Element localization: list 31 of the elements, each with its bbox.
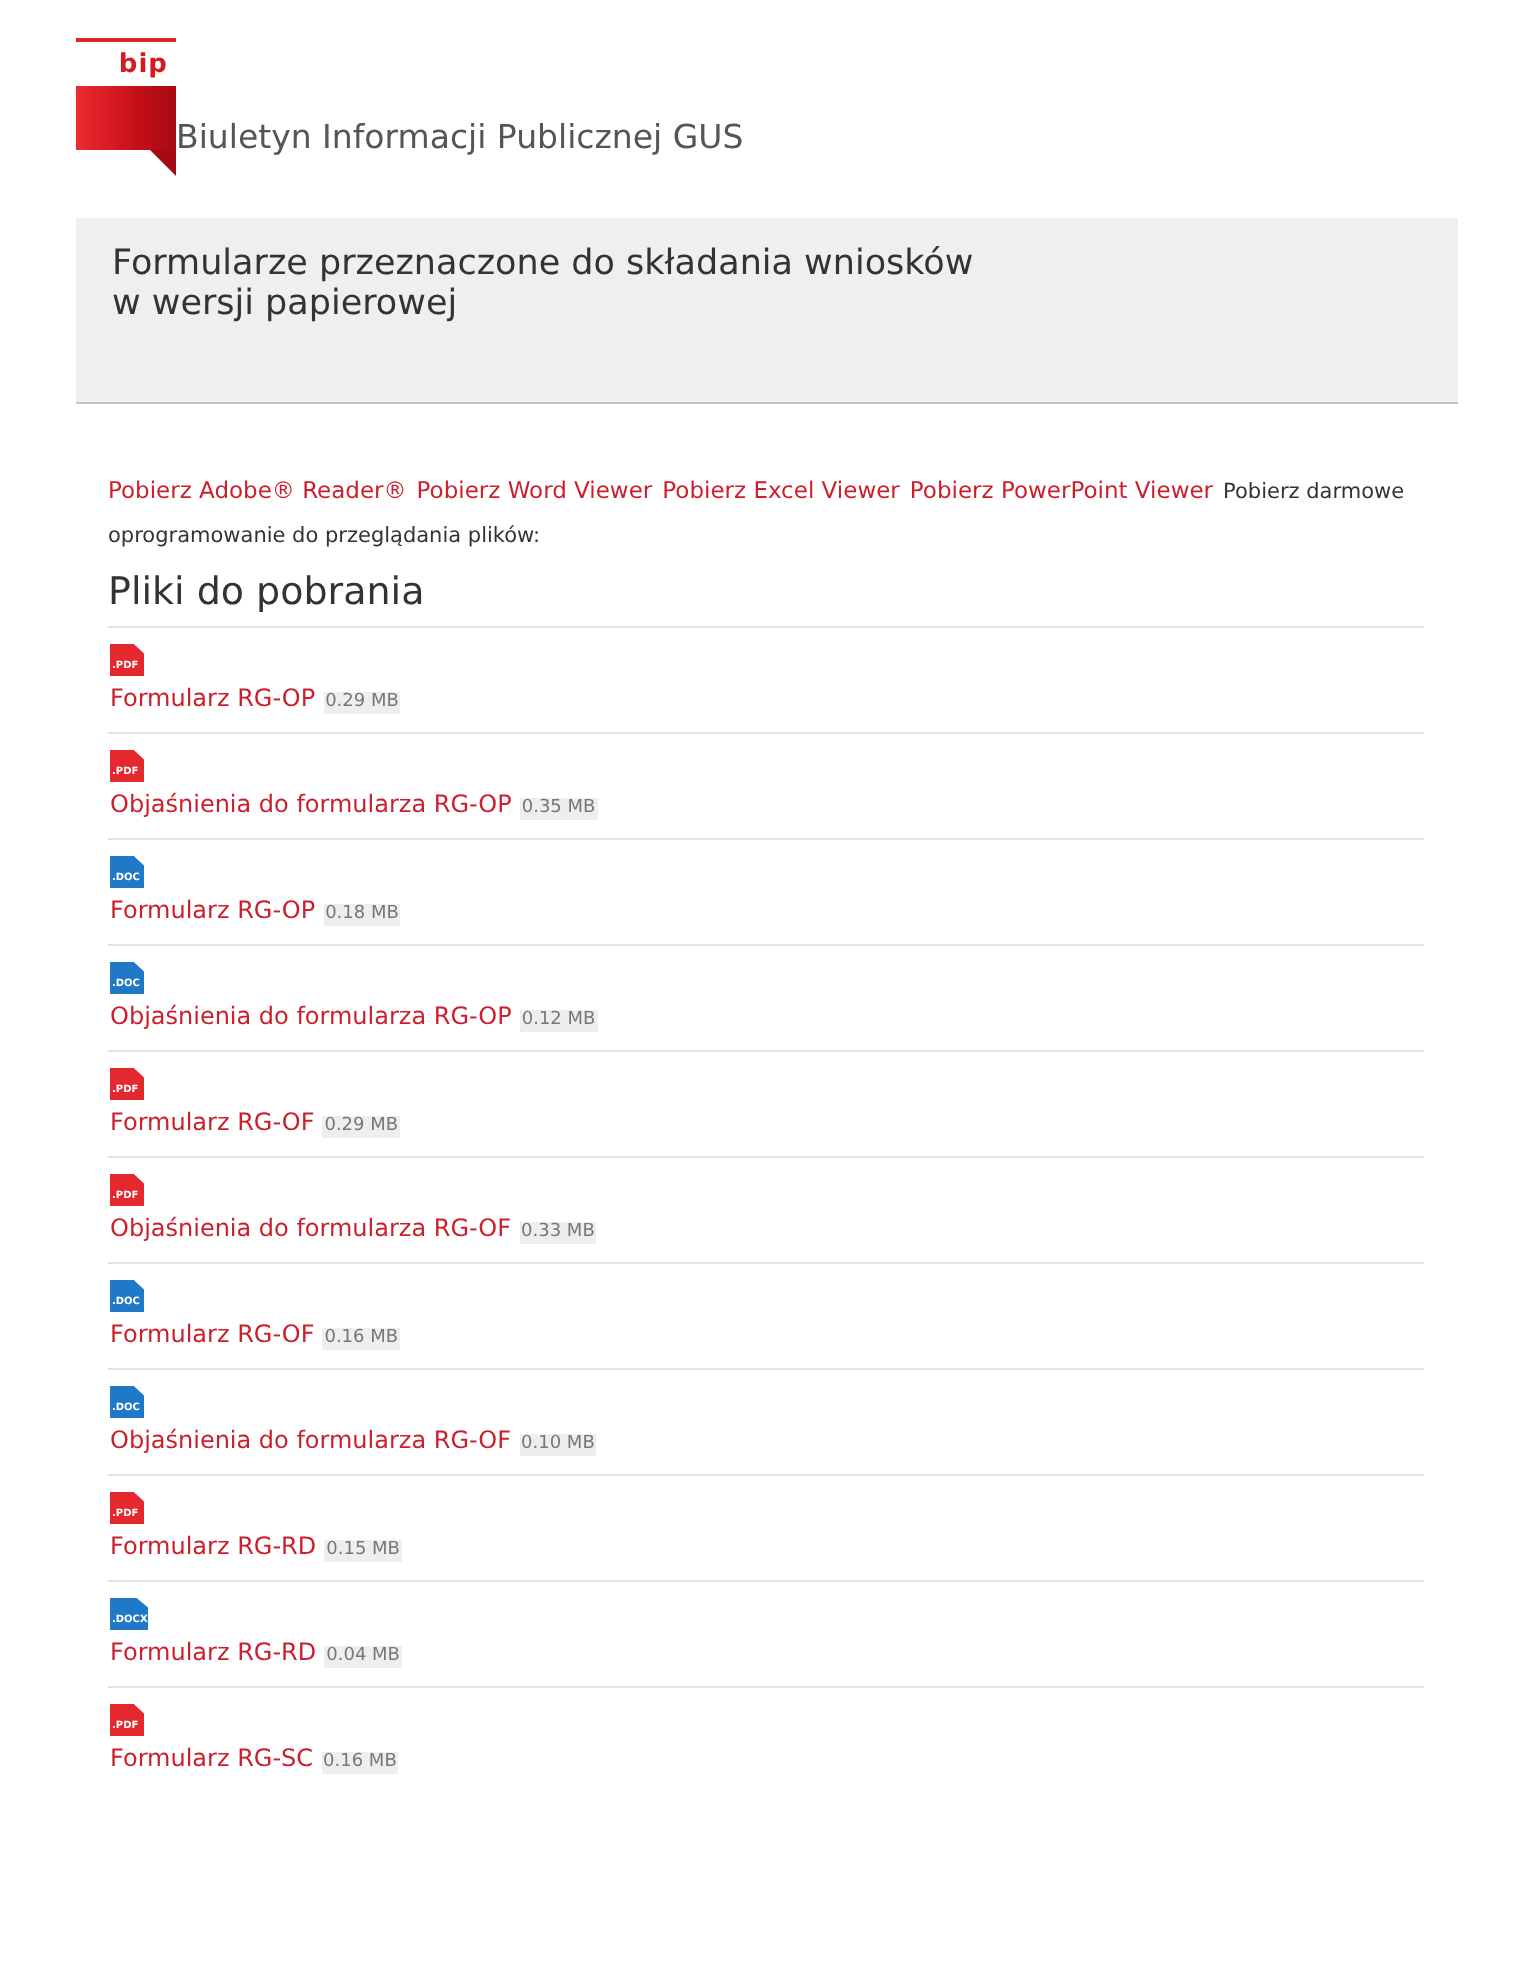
bip-logo: bip [76, 38, 176, 176]
file-link[interactable]: Formularz RG-RD [110, 1638, 317, 1668]
file-size: 0.18 MB [323, 904, 401, 926]
file-link[interactable]: Objaśnienia do formularza RG-OP [110, 1002, 512, 1032]
file-link[interactable]: Formularz RG-OP [110, 896, 316, 926]
download-software-link[interactable]: Pobierz Word Viewer [416, 476, 653, 504]
file-size: 0.16 MB [322, 1328, 401, 1350]
file-link[interactable]: Formularz RG-SC [110, 1744, 314, 1774]
file-size: 0.10 MB [519, 1434, 597, 1456]
file-size: 0.33 MB [519, 1222, 597, 1244]
download-software-link[interactable]: Pobierz Adobe® Reader® [108, 476, 407, 504]
file-link[interactable]: Formularz RG-OF [110, 1320, 315, 1350]
site-title: Biuletyn Informacji Publicznej GUS [176, 118, 744, 158]
file-size: 0.04 MB [324, 1646, 402, 1668]
file-size: 0.12 MB [519, 1010, 598, 1032]
file-size: 0.29 MB [322, 1116, 401, 1138]
file-link[interactable]: Formularz RG-RD [110, 1532, 317, 1562]
file-link[interactable]: Formularz RG-OF [110, 1108, 315, 1138]
file-size: 0.16 MB [321, 1752, 399, 1774]
file-size: 0.35 MB [519, 798, 598, 820]
downloads-heading: Pliki do pobrania [108, 568, 1424, 628]
download-software-link[interactable]: Pobierz PowerPoint Viewer [909, 476, 1214, 504]
software-paragraph: Pobierz Adobe® Reader® Pobierz Word Viewer Pobierz Excel Viewer Pobierz PowerPoint Viewer Pobierz darmowe oprogramowanie do przeglądania plików: [108, 474, 1407, 552]
page-title: Formularze przeznaczone do składania wniosków w wersji papierowej [112, 244, 976, 324]
download-software-link[interactable]: Pobierz Excel Viewer [662, 476, 900, 504]
file-link[interactable]: Objaśnienia do formularza RG-OP [110, 790, 512, 820]
file-link[interactable]: Objaśnienia do formularza RG-OF [110, 1426, 512, 1456]
file-link[interactable]: Objaśnienia do formularza RG-OF [110, 1214, 512, 1244]
file-size: 0.15 MB [324, 1540, 402, 1562]
file-link[interactable]: Formularz RG-OP [110, 684, 316, 714]
file-size: 0.29 MB [323, 692, 401, 714]
